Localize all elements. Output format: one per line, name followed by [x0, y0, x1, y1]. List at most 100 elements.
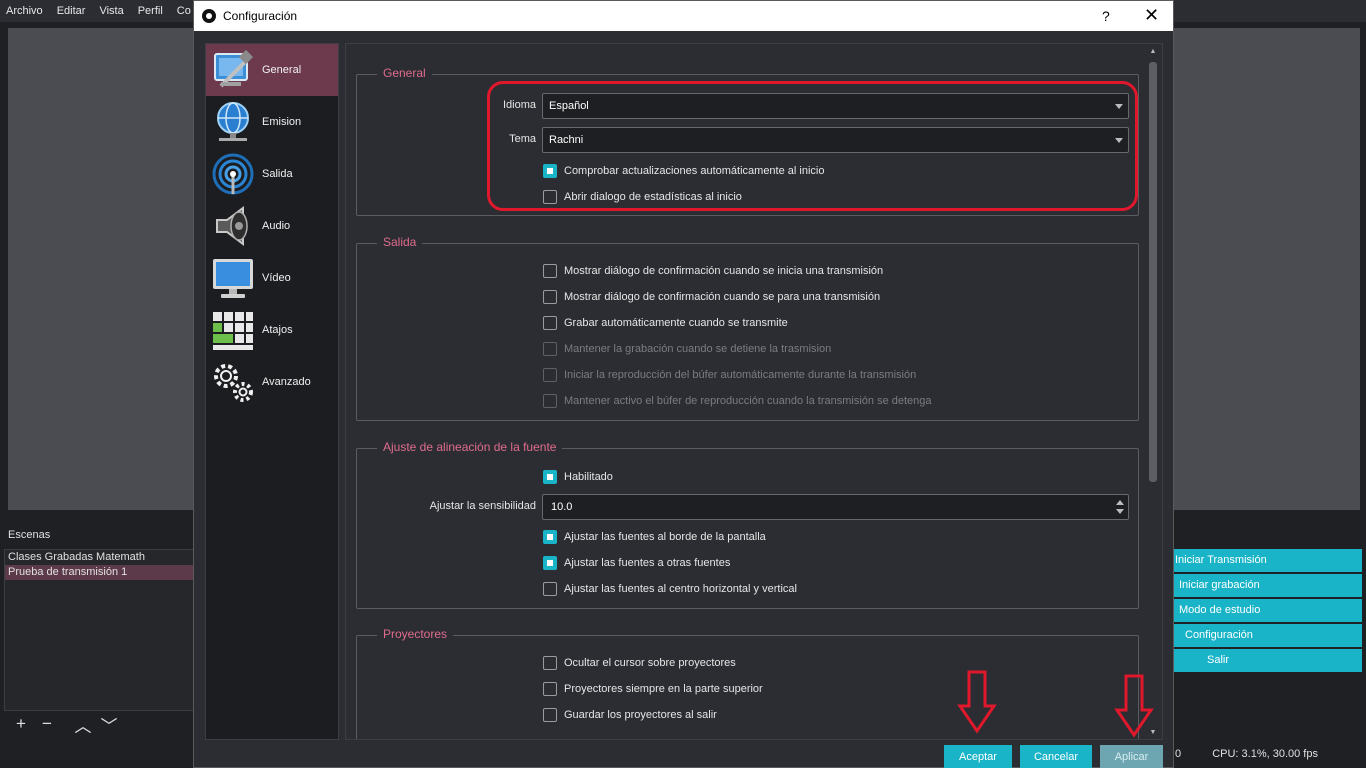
sensitivity-spinbox[interactable]: 10.0 — [542, 494, 1129, 520]
snap-option-label: Ajustar las fuentes al borde de la panta… — [564, 531, 766, 543]
projector-option-label: Proyectores siempre en la parte superior — [564, 683, 763, 695]
snap-option-checkbox[interactable] — [543, 556, 557, 570]
sensitivity-value: 10.0 — [551, 501, 573, 513]
output-option-checkbox[interactable] — [543, 264, 557, 278]
apply-button[interactable]: Aplicar — [1100, 745, 1163, 768]
output-option-checkbox[interactable] — [543, 316, 557, 330]
scenes-list[interactable]: Clases Grabadas Matemath Prueba de trans… — [4, 549, 194, 711]
nav-item-salida[interactable]: Salida — [206, 148, 338, 200]
menu-perfil[interactable]: Perfil — [138, 5, 163, 17]
list-item[interactable]: Ajustar las fuentes al borde de la panta… — [543, 527, 766, 547]
status-bar: 0 CPU: 3.1%, 30.00 fps — [1175, 748, 1318, 760]
plus-icon[interactable]: + — [10, 714, 32, 734]
menu-editar[interactable]: Editar — [57, 5, 86, 17]
nav-item-general[interactable]: General — [206, 44, 338, 96]
check-updates-checkbox[interactable] — [543, 164, 557, 178]
language-select[interactable]: Español — [542, 93, 1129, 119]
obs-logo-icon — [202, 9, 216, 23]
snap-option-label: Ajustar las fuentes al centro horizontal… — [564, 583, 797, 595]
accept-button[interactable]: Aceptar — [944, 745, 1012, 768]
language-value: Español — [549, 100, 589, 112]
menu-co[interactable]: Co — [177, 5, 191, 17]
theme-select[interactable]: Rachni — [542, 127, 1129, 153]
studio-mode-button[interactable]: Modo de estudio — [1170, 599, 1362, 622]
nav-label: Atajos — [262, 324, 293, 336]
nav-item-avanzado[interactable]: Avanzado — [206, 356, 338, 408]
scroll-up-icon[interactable]: ▲ — [1148, 48, 1158, 55]
snap-option-label: Ajustar las fuentes a otras fuentes — [564, 557, 731, 569]
check-updates-label: Comprobar actualizaciones automáticament… — [564, 165, 825, 177]
list-item[interactable]: Mostrar diálogo de confirmación cuando s… — [543, 287, 880, 307]
output-option-checkbox — [543, 368, 557, 382]
list-item[interactable]: Ajustar las fuentes al centro horizontal… — [543, 579, 797, 599]
snap-option-checkbox[interactable] — [543, 582, 557, 596]
menu-archivo[interactable]: Archivo — [6, 5, 43, 17]
chevron-up-icon[interactable]: ︿ — [72, 712, 94, 737]
arrow-down-icon — [957, 670, 997, 734]
settings-button[interactable]: Configuración — [1170, 624, 1362, 647]
output-option-checkbox[interactable] — [543, 290, 557, 304]
list-item[interactable]: Ajustar las fuentes a otras fuentes — [543, 553, 730, 573]
minus-icon[interactable]: − — [36, 714, 58, 734]
output-group: Salida Mostrar diálogo de confirmación c… — [356, 235, 1139, 421]
settings-content[interactable]: General Idioma Español Tema Rachni Compr… — [345, 43, 1163, 740]
keyboard-icon — [210, 307, 256, 353]
start-recording-button[interactable]: Iniciar grabación — [1170, 574, 1362, 597]
exit-button[interactable]: Salir — [1170, 649, 1362, 672]
vertical-scrollbar[interactable]: ▲ ▼ — [1148, 48, 1158, 736]
output-option-label: Mantener la grabación cuando se detiene … — [564, 343, 832, 355]
projector-option-checkbox[interactable] — [543, 682, 557, 696]
chevron-down-icon — [1115, 138, 1123, 143]
list-item[interactable]: Ocultar el cursor sobre proyectores — [543, 653, 736, 673]
nav-item-video[interactable]: Vídeo — [206, 252, 338, 304]
start-stream-button[interactable]: Iniciar Transmisión — [1170, 549, 1362, 572]
nav-label: Salida — [262, 168, 293, 180]
nav-item-audio[interactable]: Audio — [206, 200, 338, 252]
projectors-group: Proyectores Ocultar el cursor sobre proy… — [356, 627, 1139, 739]
chevron-down-icon[interactable]: ﹀ — [98, 712, 120, 737]
output-option-checkbox — [543, 394, 557, 408]
list-item[interactable]: Grabar automáticamente cuando se transmi… — [543, 313, 788, 333]
output-option-label: Iniciar la reproducción del búfer automá… — [564, 369, 917, 381]
nav-item-atajos[interactable]: Atajos — [206, 304, 338, 356]
projector-option-checkbox[interactable] — [543, 708, 557, 722]
snapping-enabled-checkbox[interactable] — [543, 470, 557, 484]
antenna-icon — [210, 151, 256, 197]
dialog-title: Configuración — [223, 9, 298, 23]
output-option-label: Mostrar diálogo de confirmación cuando s… — [564, 291, 881, 303]
nav-label: Emision — [262, 116, 302, 128]
list-item: Iniciar la reproducción del búfer automá… — [543, 365, 916, 385]
stats-dialog-row[interactable]: Abrir dialogo de estadísticas al inicio — [543, 187, 742, 207]
list-item[interactable]: Guardar los proyectores al salir — [543, 705, 717, 725]
settings-dialog: Configuración ? ✕ General Emision Salida… — [193, 0, 1174, 768]
close-icon[interactable]: ✕ — [1144, 5, 1159, 26]
menu-vista[interactable]: Vista — [99, 5, 123, 17]
general-group: General Idioma Español Tema Rachni Compr… — [356, 66, 1139, 216]
snapping-enabled-row[interactable]: Habilitado — [543, 467, 613, 487]
monitor-icon — [210, 255, 256, 301]
cancel-button[interactable]: Cancelar — [1020, 745, 1092, 768]
help-button[interactable]: ? — [1102, 8, 1110, 24]
scroll-thumb[interactable] — [1149, 62, 1157, 482]
list-item[interactable]: Mostrar diálogo de confirmación cuando s… — [543, 261, 883, 281]
projector-option-checkbox[interactable] — [543, 656, 557, 670]
stats-dialog-checkbox[interactable] — [543, 190, 557, 204]
snap-option-checkbox[interactable] — [543, 530, 557, 544]
chevron-down-icon[interactable] — [1116, 509, 1124, 514]
theme-label: Tema — [509, 133, 536, 145]
list-item[interactable]: Prueba de transmisión 1 — [5, 565, 193, 580]
list-item[interactable]: Proyectores siempre en la parte superior — [543, 679, 763, 699]
check-updates-row[interactable]: Comprobar actualizaciones automáticament… — [543, 161, 824, 181]
list-item[interactable]: Clases Grabadas Matemath — [5, 550, 193, 565]
chevron-up-icon[interactable] — [1116, 500, 1124, 505]
dialog-titlebar: Configuración — [194, 1, 1173, 31]
snapping-enabled-label: Habilitado — [564, 471, 613, 483]
nav-label: Audio — [262, 220, 291, 232]
general-icon — [210, 47, 256, 93]
nav-item-emision[interactable]: Emision — [206, 96, 338, 148]
nav-label: General — [262, 64, 302, 76]
projector-option-label: Guardar los proyectores al salir — [564, 709, 717, 721]
chevron-down-icon — [1115, 104, 1123, 109]
output-option-label: Grabar automáticamente cuando se transmi… — [564, 317, 788, 329]
snapping-group: Ajuste de alineación de la fuente Habili… — [356, 440, 1139, 609]
